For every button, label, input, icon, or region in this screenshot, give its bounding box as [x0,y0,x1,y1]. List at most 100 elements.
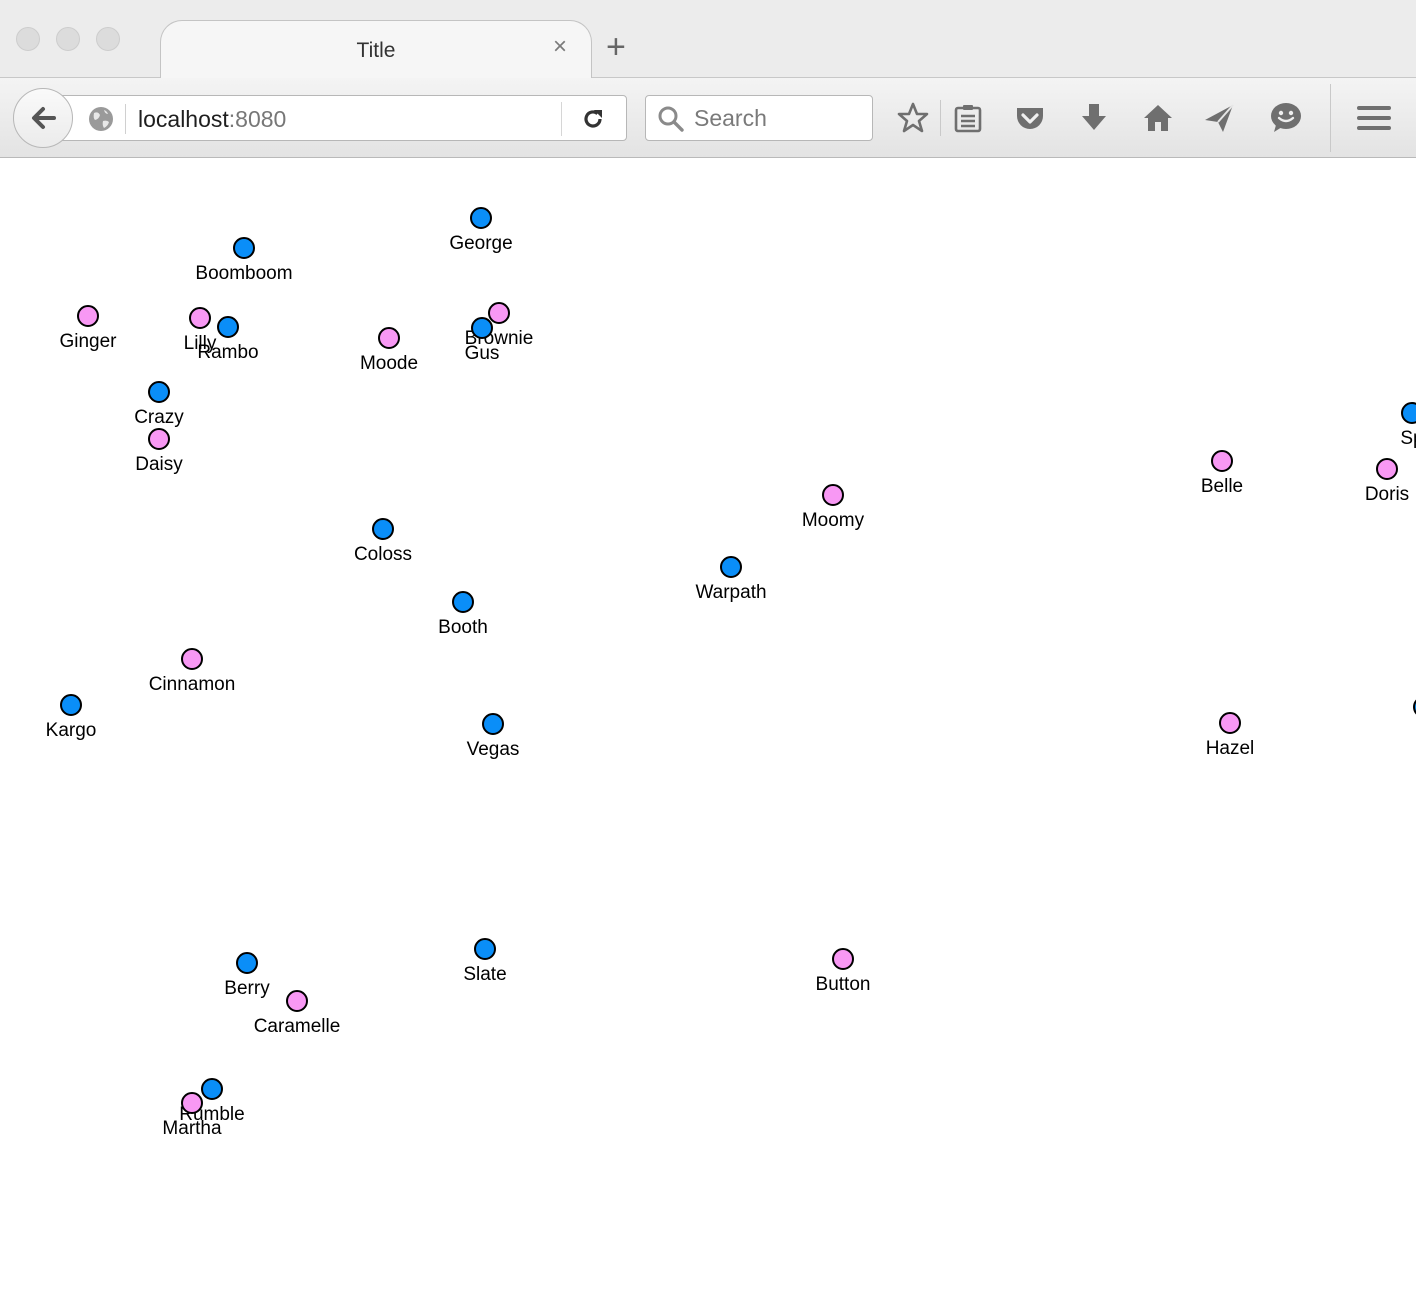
node-circle[interactable] [470,207,492,229]
share-icon[interactable] [1201,100,1237,136]
reading-list-icon[interactable] [950,100,986,136]
url-host: localhost [138,106,229,132]
window-close-button[interactable] [16,27,40,51]
reload-divider [561,102,562,136]
node-moomy[interactable]: Moomy [802,484,865,531]
node-circle[interactable] [372,518,394,540]
node-label: Martha [162,1118,222,1139]
node-label: Slate [463,964,506,985]
chat-smiley-icon[interactable] [1268,100,1304,136]
url-text[interactable]: localhost:8080 [138,106,286,133]
search-icon [658,106,684,132]
node-circle[interactable] [181,1092,203,1114]
node-moode[interactable]: Moode [360,327,418,374]
node-sp[interactable]: Sp [1400,402,1416,449]
node-booth[interactable]: Booth [438,591,488,638]
node-label: Ginger [59,331,117,352]
page-content: George Boomboom Ginger Lilly Rambo Moode Brown… [0,158,1416,1316]
node-circle[interactable] [217,316,239,338]
node-label: Boomboom [195,263,292,284]
node-label: Hazel [1206,738,1255,759]
node-circle[interactable] [1401,402,1416,424]
node-label: Button [816,974,871,995]
globe-icon [89,107,113,131]
node-ginger[interactable]: Ginger [59,305,117,352]
node-label: George [449,233,512,254]
node-boomboom[interactable]: Boomboom [195,237,293,284]
node-circle[interactable] [720,556,742,578]
hamburger-menu-icon[interactable] [1356,100,1392,136]
node-circle[interactable] [474,938,496,960]
window-minimize-button[interactable] [56,27,80,51]
node-circle[interactable] [201,1078,223,1100]
node-circle[interactable] [822,484,844,506]
node-circle[interactable] [148,381,170,403]
node-circle[interactable] [60,694,82,716]
node-circle[interactable] [236,952,258,974]
node-circle[interactable] [378,327,400,349]
node-circle[interactable] [233,237,255,259]
node-button[interactable]: Button [816,948,871,995]
node-label: Kargo [46,720,97,741]
node-belle[interactable]: Belle [1201,450,1243,497]
browser-window: Title × + localhost:8080 Search George B… [0,0,1416,1316]
node-circle[interactable] [77,305,99,327]
bookmark-star-icon[interactable] [895,100,931,136]
url-bar[interactable]: localhost:8080 [40,95,627,141]
node-label: Daisy [135,454,183,475]
node-circle[interactable] [452,591,474,613]
node-label: Belle [1201,476,1243,497]
node-label: Crazy [134,407,184,428]
tab-label: Title [356,39,396,62]
node-vegas[interactable]: Vegas [467,713,520,760]
node-doris[interactable]: Doris [1365,458,1409,505]
node-hazel[interactable]: Hazel [1206,712,1255,759]
node-berry[interactable]: Berry [224,952,270,999]
new-tab-icon[interactable]: + [606,30,626,64]
node-label: Moomy [802,510,865,531]
toolbar-separator [940,100,941,136]
pocket-icon[interactable] [1012,100,1048,136]
node-cinnamon[interactable]: Cinnamon [149,648,236,695]
node-circle[interactable] [181,648,203,670]
search-bar[interactable] [645,95,873,141]
node-crazy[interactable]: Crazy [134,381,184,428]
window-zoom-button[interactable] [96,27,120,51]
toolbar-separator [1330,84,1331,152]
reload-icon[interactable] [580,106,606,132]
node-label: Berry [224,978,270,999]
node-circle[interactable] [148,428,170,450]
node-circle[interactable] [832,948,854,970]
tab-title[interactable]: Title × [160,20,592,79]
node-label: Gus [465,343,500,364]
search-input[interactable] [694,100,864,136]
node-circle[interactable] [1376,458,1398,480]
node-circle[interactable] [471,317,493,339]
node-circle[interactable] [189,307,211,329]
node-circle[interactable] [482,713,504,735]
url-divider [125,104,126,134]
node-label: Sp [1400,428,1416,449]
node-graph: GeorgeBoomboomGinger LillyRamboMoodeBrown… [46,207,1416,1139]
node-label: Booth [438,617,488,638]
node-label: Rambo [197,342,258,363]
node-label: Cinnamon [149,674,236,695]
home-icon[interactable] [1140,100,1176,136]
node-circle[interactable] [286,990,308,1012]
node-label: Doris [1365,484,1409,505]
node-george[interactable]: George [449,207,513,254]
node-circle[interactable] [1211,450,1233,472]
back-arrow-icon [32,107,56,129]
download-icon[interactable] [1076,100,1112,136]
node-warpath[interactable]: Warpath [695,556,767,603]
back-button[interactable] [13,88,73,148]
node-circle[interactable] [488,302,510,324]
tab-close-icon[interactable]: × [553,35,567,59]
node-circle[interactable] [1219,712,1241,734]
node-kargo[interactable]: Kargo [46,694,97,741]
url-port: :8080 [228,106,287,132]
node-daisy[interactable]: Daisy [135,428,183,475]
node-label: Moode [360,353,418,374]
node-slate[interactable]: Slate [463,938,507,985]
node-coloss[interactable]: Coloss [354,518,412,565]
